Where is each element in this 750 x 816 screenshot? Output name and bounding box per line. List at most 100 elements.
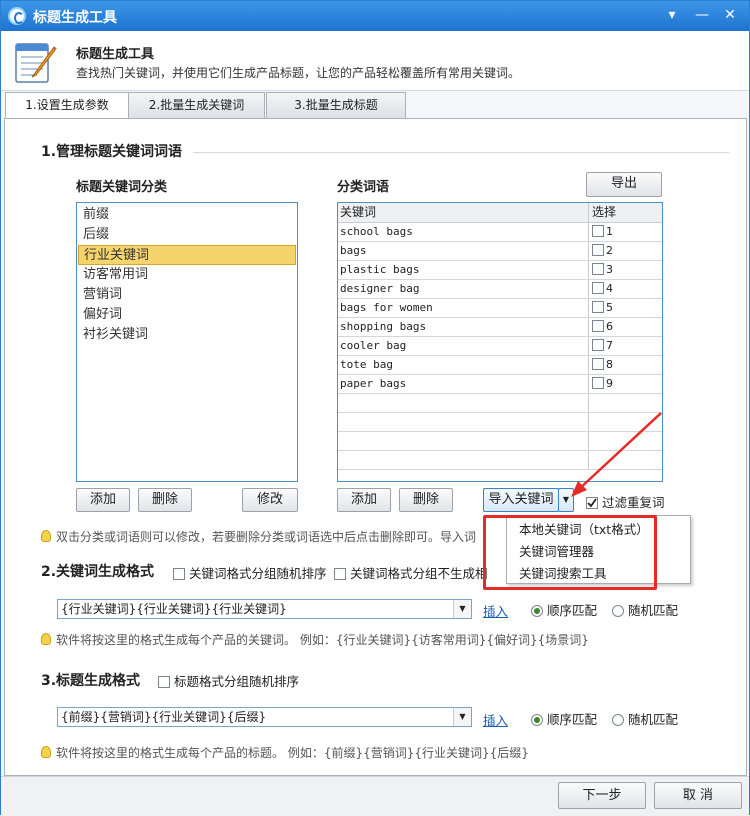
section1-tip-text: 双击分类或词语则可以修改，若要删除分类或词语选中后点击删除即可。导入词 — [56, 530, 477, 544]
lightbulb-icon — [41, 745, 51, 758]
footer-bar: 下一步 取 消 — [1, 776, 749, 816]
table-header: 关键词 选择 — [338, 203, 662, 223]
category-item[interactable]: 衬衫关键词 — [78, 325, 296, 345]
app-logo-icon — [8, 7, 26, 25]
next-button[interactable]: 下一步 — [558, 782, 646, 809]
row-index: 6 — [606, 320, 613, 333]
keyword-cell: cooler bag — [340, 339, 407, 352]
select-cell: 9 — [588, 375, 662, 393]
keyword-cell: bags for women — [340, 301, 433, 314]
keyword-random-order-checkbox[interactable]: 关键词格式分组随机排序 — [173, 563, 327, 582]
table-row[interactable]: plastic bags 3 — [338, 261, 662, 280]
row-index: 8 — [606, 358, 613, 371]
table-row[interactable]: bags 2 — [338, 242, 662, 261]
row-checkbox[interactable] — [592, 320, 604, 332]
row-checkbox[interactable] — [592, 358, 604, 370]
radio-label: 随机匹配 — [628, 603, 679, 618]
table-row[interactable]: cooler bag 7 — [338, 337, 662, 356]
title-random-radio[interactable]: 随机匹配 — [612, 709, 678, 728]
row-checkbox[interactable] — [592, 263, 604, 275]
tab-settings[interactable]: 1.设置生成参数 — [5, 92, 129, 120]
category-delete-button[interactable]: 删除 — [138, 488, 192, 512]
select-cell: 7 — [588, 337, 662, 355]
table-row[interactable]: shopping bags 6 — [338, 318, 662, 337]
title-bar: 标题生成工具 ▾ — ✕ — [1, 1, 749, 31]
table-row[interactable]: school bags 1 — [338, 223, 662, 242]
keyword-sequential-radio[interactable]: 顺序匹配 — [531, 600, 597, 619]
select-cell: 2 — [588, 242, 662, 260]
row-checkbox[interactable] — [592, 225, 604, 237]
import-keywords-button[interactable]: 导入关键词 — [483, 488, 559, 512]
row-index: 9 — [606, 377, 613, 390]
export-button[interactable]: 导出 — [586, 172, 662, 197]
row-index: 1 — [606, 225, 613, 238]
combo-dropdown-icon[interactable]: ▼ — [453, 708, 471, 726]
highlight-box — [483, 515, 657, 590]
table-row[interactable]: bags for women 5 — [338, 299, 662, 318]
category-item[interactable]: 后缀 — [78, 225, 296, 245]
select-cell: 6 — [588, 318, 662, 336]
category-item-selected[interactable]: 行业关键词 — [78, 245, 296, 265]
minimize-icon[interactable]: — — [691, 5, 713, 25]
category-list[interactable]: 前缀 后缀 行业关键词 访客常用词 营销词 偏好词 衬衫关键词 — [76, 202, 298, 482]
table-row[interactable]: tote bag 8 — [338, 356, 662, 375]
category-item[interactable]: 访客常用词 — [78, 265, 296, 285]
checkbox-box[interactable] — [334, 567, 346, 580]
select-cell: 5 — [588, 299, 662, 317]
keyword-cell: paper bags — [340, 377, 407, 390]
word-delete-button[interactable]: 删除 — [399, 488, 453, 512]
radio-selected[interactable] — [531, 604, 543, 617]
row-checkbox[interactable] — [592, 301, 604, 313]
keyword-no-duplicate-label: 关键词格式分组不生成相 — [350, 566, 488, 581]
keyword-cell: plastic bags — [340, 263, 420, 276]
title-insert-link[interactable]: 插入 — [483, 710, 508, 729]
tab-batch-keywords[interactable]: 2.批量生成关键词 — [128, 92, 265, 119]
keyword-insert-link[interactable]: 插入 — [483, 601, 508, 620]
header-title: 标题生成工具 — [76, 47, 155, 62]
keyword-cell: school bags — [340, 225, 413, 238]
section2-title: 2.关键词生成格式 — [41, 564, 155, 580]
keyword-random-radio[interactable]: 随机匹配 — [612, 600, 678, 619]
row-checkbox[interactable] — [592, 282, 604, 294]
row-index: 7 — [606, 339, 613, 352]
header-description: 查找热门关键词，并使用它们生成产品标题，让您的产品轻松覆盖所有常用关键词。 — [76, 66, 521, 80]
word-add-button[interactable]: 添加 — [337, 488, 391, 512]
tab-batch-titles[interactable]: 3.批量生成标题 — [266, 92, 406, 119]
main-window: 标题生成工具 ▾ — ✕ 标题生成工具 查找热门关键词，并使用它们生成产品标题，… — [0, 0, 750, 816]
category-modify-button[interactable]: 修改 — [242, 488, 298, 512]
combo-dropdown-icon[interactable]: ▼ — [453, 600, 471, 618]
section3-tip: 软件将按这里的格式生成每个产品的标题。 例如：{前缀}{营销词}{行业关键词}{… — [41, 744, 529, 761]
lightbulb-icon — [41, 529, 51, 542]
category-item[interactable]: 前缀 — [78, 205, 296, 225]
row-checkbox[interactable] — [592, 339, 604, 351]
menu-icon[interactable]: ▾ — [661, 5, 683, 25]
radio-label: 顺序匹配 — [547, 712, 598, 727]
cancel-button[interactable]: 取 消 — [654, 782, 742, 809]
category-item[interactable]: 偏好词 — [78, 305, 296, 325]
table-row[interactable]: paper bags 9 — [338, 375, 662, 394]
category-item[interactable]: 营销词 — [78, 285, 296, 305]
select-cell: 8 — [588, 356, 662, 374]
title-random-order-checkbox[interactable]: 标题格式分组随机排序 — [158, 671, 299, 690]
radio-selected[interactable] — [531, 713, 543, 726]
section1-title: 1.管理标题关键词词语 — [41, 144, 183, 160]
table-row[interactable]: designer bag 4 — [338, 280, 662, 299]
row-checkbox[interactable] — [592, 244, 604, 256]
column-header-keyword: 关键词 — [340, 205, 377, 219]
keyword-format-combo[interactable]: {行业关键词}{行业关键词}{行业关键词} ▼ — [57, 599, 472, 619]
select-cell: 4 — [588, 280, 662, 298]
checkbox-box[interactable] — [158, 675, 170, 688]
checkbox-box[interactable] — [173, 567, 185, 580]
row-index: 3 — [606, 263, 613, 276]
title-sequential-radio[interactable]: 顺序匹配 — [531, 709, 597, 728]
keyword-random-order-label: 关键词格式分组随机排序 — [189, 566, 327, 581]
keyword-no-duplicate-checkbox[interactable]: 关键词格式分组不生成相 — [334, 563, 488, 582]
row-checkbox[interactable] — [592, 377, 604, 389]
title-format-combo[interactable]: {前缀}{营销词}{行业关键词}{后缀} ▼ — [57, 707, 472, 727]
close-icon[interactable]: ✕ — [719, 5, 741, 25]
radio-unselected[interactable] — [612, 713, 624, 726]
keyword-cell: tote bag — [340, 358, 393, 371]
section3-tip-text: 软件将按这里的格式生成每个产品的标题。 例如：{前缀}{营销词}{行业关键词}{… — [56, 746, 529, 760]
radio-unselected[interactable] — [612, 604, 624, 617]
category-add-button[interactable]: 添加 — [76, 488, 130, 512]
